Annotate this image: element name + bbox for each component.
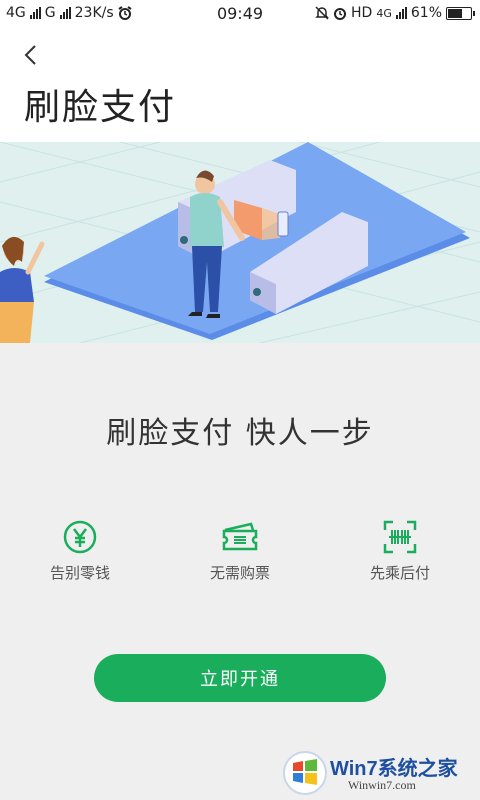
slogan: 刷脸支付 快人一步 (106, 416, 374, 451)
network-type-3: 4G (376, 6, 392, 20)
page-title: 刷脸支付 (24, 87, 177, 128)
alarm-icon-2 (334, 8, 347, 20)
page-header: 刷脸支付 (0, 28, 480, 142)
back-button[interactable] (14, 38, 48, 72)
feature-list: 告别零钱 无需购票 先乘后付 (0, 520, 480, 583)
windows-logo-icon (283, 751, 327, 795)
watermark-text: Win7系统之家 (330, 758, 458, 780)
hero-illustration (0, 142, 480, 343)
watermark-url: Winwin7.com (348, 778, 416, 792)
face-pay-gate-illustration (0, 142, 480, 343)
scan-code-icon (383, 520, 417, 554)
ticket-icon (222, 522, 258, 551)
status-bar: 4G G 23K/s 09:49 HD 4G 61% (0, 0, 480, 28)
battery-icon (446, 6, 475, 20)
feature-item-no-ticket: 无需购票 (160, 520, 320, 583)
activate-button[interactable]: 立即开通 (94, 654, 386, 702)
feature-label: 告别零钱 (49, 564, 110, 582)
feature-label: 先乘后付 (369, 564, 430, 582)
feature-label: 无需购票 (209, 564, 270, 582)
bell-off-icon (315, 6, 329, 20)
feature-item-ride-first: 先乘后付 (320, 520, 480, 583)
yuan-coin-icon (63, 520, 97, 554)
status-right: HD 4G 61% (315, 5, 475, 21)
feature-item-no-change: 告别零钱 (0, 520, 160, 583)
watermark: Win7系统之家 Winwin7.com (282, 748, 478, 798)
signal-icon-3 (395, 7, 407, 19)
chevron-left-icon (24, 45, 36, 65)
battery-percent: 61% (410, 5, 442, 21)
hd-label: HD (351, 5, 373, 21)
